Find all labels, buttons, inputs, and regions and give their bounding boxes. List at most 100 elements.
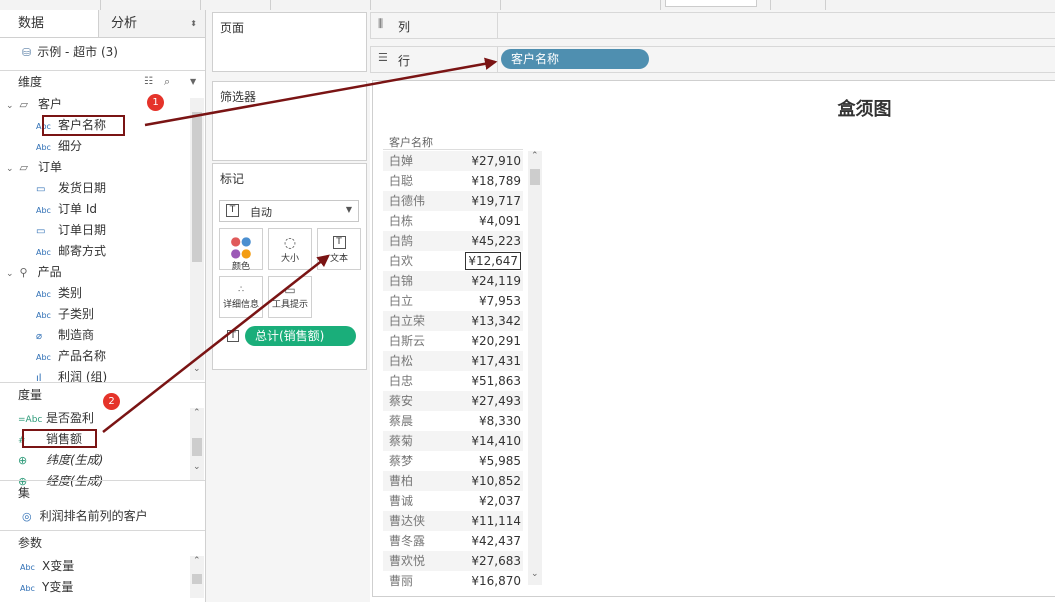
dimension-folder[interactable]: ⌄ ▱ 订单	[6, 157, 62, 178]
list-view-icon[interactable]: ☷	[144, 71, 153, 93]
tab-data[interactable]: 数据	[0, 10, 99, 37]
dimension-folder[interactable]: ⌄ ⚲ 产品	[6, 262, 62, 283]
table-row[interactable]: 白松 ¥17,431	[383, 351, 523, 371]
chevron-down-icon[interactable]: ⌄	[531, 569, 539, 579]
search-icon[interactable]: ⌕	[164, 71, 170, 93]
dimension-field[interactable]: Abc 子类别	[36, 304, 94, 325]
sales-value-cell[interactable]: ¥11,114	[471, 511, 521, 531]
pages-card[interactable]: 页面	[212, 12, 367, 72]
sales-value-cell[interactable]: ¥5,985	[479, 451, 521, 471]
table-scrollbar[interactable]: ⌃ ⌄	[528, 151, 542, 585]
sales-value-cell[interactable]: ¥7,953	[479, 291, 521, 311]
sales-value-cell[interactable]: ¥8,330	[479, 411, 521, 431]
table-row[interactable]: 白聪 ¥18,789	[383, 171, 523, 191]
table-row[interactable]: 蔡晨 ¥8,330	[383, 411, 523, 431]
sales-value-cell[interactable]: ¥2,037	[479, 491, 521, 511]
detail-button[interactable]: ∴ 详细信息	[219, 276, 263, 318]
table-row[interactable]: 白鹄 ¥45,223	[383, 231, 523, 251]
sales-value-cell[interactable]: ¥42,437	[471, 531, 521, 551]
toolbar-segment	[0, 0, 101, 10]
sales-value-cell[interactable]: ¥10,852	[471, 471, 521, 491]
table-row[interactable]: 白婵 ¥27,910	[383, 151, 523, 171]
chevron-up-icon[interactable]: ⌃	[193, 556, 201, 566]
chevron-down-icon[interactable]: ⌄	[193, 364, 201, 374]
sales-value-cell[interactable]: ¥12,647	[465, 252, 521, 270]
dimensions-scrollbar[interactable]: ⌄	[190, 98, 204, 380]
text-button[interactable]: T 文本	[317, 228, 361, 270]
table-row[interactable]: 白忠 ¥51,863	[383, 371, 523, 391]
tab-sort-icon[interactable]: ⬍	[190, 10, 197, 37]
chevron-down-icon[interactable]: ⌄	[6, 101, 14, 111]
scroll-thumb[interactable]	[530, 169, 540, 185]
dimension-field[interactable]: Abc 类别	[36, 283, 82, 304]
scroll-thumb[interactable]	[192, 112, 202, 262]
chevron-down-icon[interactable]: ⌄	[6, 164, 14, 174]
table-row[interactable]: 白栋 ¥4,091	[383, 211, 523, 231]
sales-sum-pill[interactable]: 总计(销售额)	[245, 326, 356, 346]
measure-field[interactable]: ⊕ 纬度(生成)	[18, 450, 103, 471]
tab-analysis[interactable]: 分析 ⬍	[99, 10, 205, 37]
customer-name-pill[interactable]: 客户名称	[501, 49, 649, 69]
dropdown-icon[interactable]: ▼	[190, 71, 196, 93]
chevron-up-icon[interactable]: ⌃	[193, 408, 201, 418]
sales-value-cell[interactable]: ¥19,717	[471, 191, 521, 211]
table-row[interactable]: 白斯云 ¥20,291	[383, 331, 523, 351]
table-row[interactable]: 曹达侠 ¥11,114	[383, 511, 523, 531]
set-item[interactable]: ◎ 利润排名前列的客户	[22, 506, 148, 527]
scroll-thumb[interactable]	[192, 438, 202, 456]
sales-value-cell[interactable]: ¥24,119	[471, 271, 521, 291]
table-row[interactable]: 曹丽 ¥16,870	[383, 571, 523, 591]
mark-type-select[interactable]: T 自动 ▼	[219, 200, 359, 222]
dimension-field[interactable]: Abc 订单 Id	[36, 199, 97, 220]
sales-value-cell[interactable]: ¥17,431	[471, 351, 521, 371]
globe-icon: ⊕	[18, 454, 28, 467]
sales-value-cell[interactable]: ¥27,683	[471, 551, 521, 571]
columns-shelf[interactable]	[497, 12, 1055, 39]
sales-value-cell[interactable]: ¥16,870	[471, 571, 521, 591]
table-row[interactable]: 曹诚 ¥2,037	[383, 491, 523, 511]
sales-value-cell[interactable]: ¥51,863	[471, 371, 521, 391]
size-button[interactable]: ◌ 大小	[268, 228, 312, 270]
table-row[interactable]: 白立 ¥7,953	[383, 291, 523, 311]
sales-value-cell[interactable]: ¥27,493	[471, 391, 521, 411]
table-row[interactable]: 白锦 ¥24,119	[383, 271, 523, 291]
param-item[interactable]: Abc Y变量	[20, 577, 73, 598]
table-row[interactable]: 蔡梦 ¥5,985	[383, 451, 523, 471]
table-row[interactable]: 白德伟 ¥19,717	[383, 191, 523, 211]
table-row[interactable]: 白立荣 ¥13,342	[383, 311, 523, 331]
params-scrollbar[interactable]: ⌃	[190, 556, 204, 598]
dimension-field[interactable]: ▭ 发货日期	[36, 178, 106, 199]
sales-value-cell[interactable]: ¥13,342	[471, 311, 521, 331]
dimension-field[interactable]: Abc 细分	[36, 136, 82, 157]
tooltip-button[interactable]: ▭ 工具提示	[268, 276, 312, 318]
customer-name-cell: 曹欢悦	[389, 554, 426, 568]
hierarchy-icon: ⚲	[19, 266, 28, 279]
measures-scrollbar[interactable]: ⌃ ⌄	[190, 408, 204, 480]
sales-value-cell[interactable]: ¥14,410	[471, 431, 521, 451]
chevron-down-icon[interactable]: ⌄	[6, 269, 14, 279]
table-row[interactable]: 蔡菊 ¥14,410	[383, 431, 523, 451]
sales-value-cell[interactable]: ¥18,789	[471, 171, 521, 191]
dimension-folder[interactable]: ⌄ ▱ 客户	[6, 94, 62, 115]
sales-value-cell[interactable]: ¥20,291	[471, 331, 521, 351]
filters-card[interactable]: 筛选器	[212, 81, 367, 161]
sales-value-cell[interactable]: ¥27,910	[471, 151, 521, 171]
table-row[interactable]: 曹欢悦 ¥27,683	[383, 551, 523, 571]
scroll-thumb[interactable]	[192, 574, 202, 584]
dimension-field[interactable]: ⌀ 制造商	[36, 325, 94, 346]
sales-value-cell[interactable]: ¥45,223	[471, 231, 521, 251]
dimension-field[interactable]: ▭ 订单日期	[36, 220, 106, 241]
table-row[interactable]: 曹冬露 ¥42,437	[383, 531, 523, 551]
table-row[interactable]: 蔡安 ¥27,493	[383, 391, 523, 411]
sales-value-cell[interactable]: ¥4,091	[479, 211, 521, 231]
chevron-down-icon[interactable]: ⌄	[193, 462, 201, 472]
table-row[interactable]: 曹柏 ¥10,852	[383, 471, 523, 491]
datasource-item[interactable]: ⛁ 示例 - 超市 (3)	[22, 42, 118, 63]
param-item[interactable]: Abc X变量	[20, 556, 74, 577]
dimension-field[interactable]: Abc 邮寄方式	[36, 241, 106, 262]
color-button[interactable]: ●● ●● 颜色	[219, 228, 263, 272]
table-row[interactable]: 白欢 ¥12,647	[383, 251, 523, 271]
dimension-field[interactable]: Abc 产品名称	[36, 346, 106, 367]
measure-field[interactable]: =Abc 是否盈利	[18, 408, 94, 429]
chevron-up-icon[interactable]: ⌃	[531, 151, 539, 161]
